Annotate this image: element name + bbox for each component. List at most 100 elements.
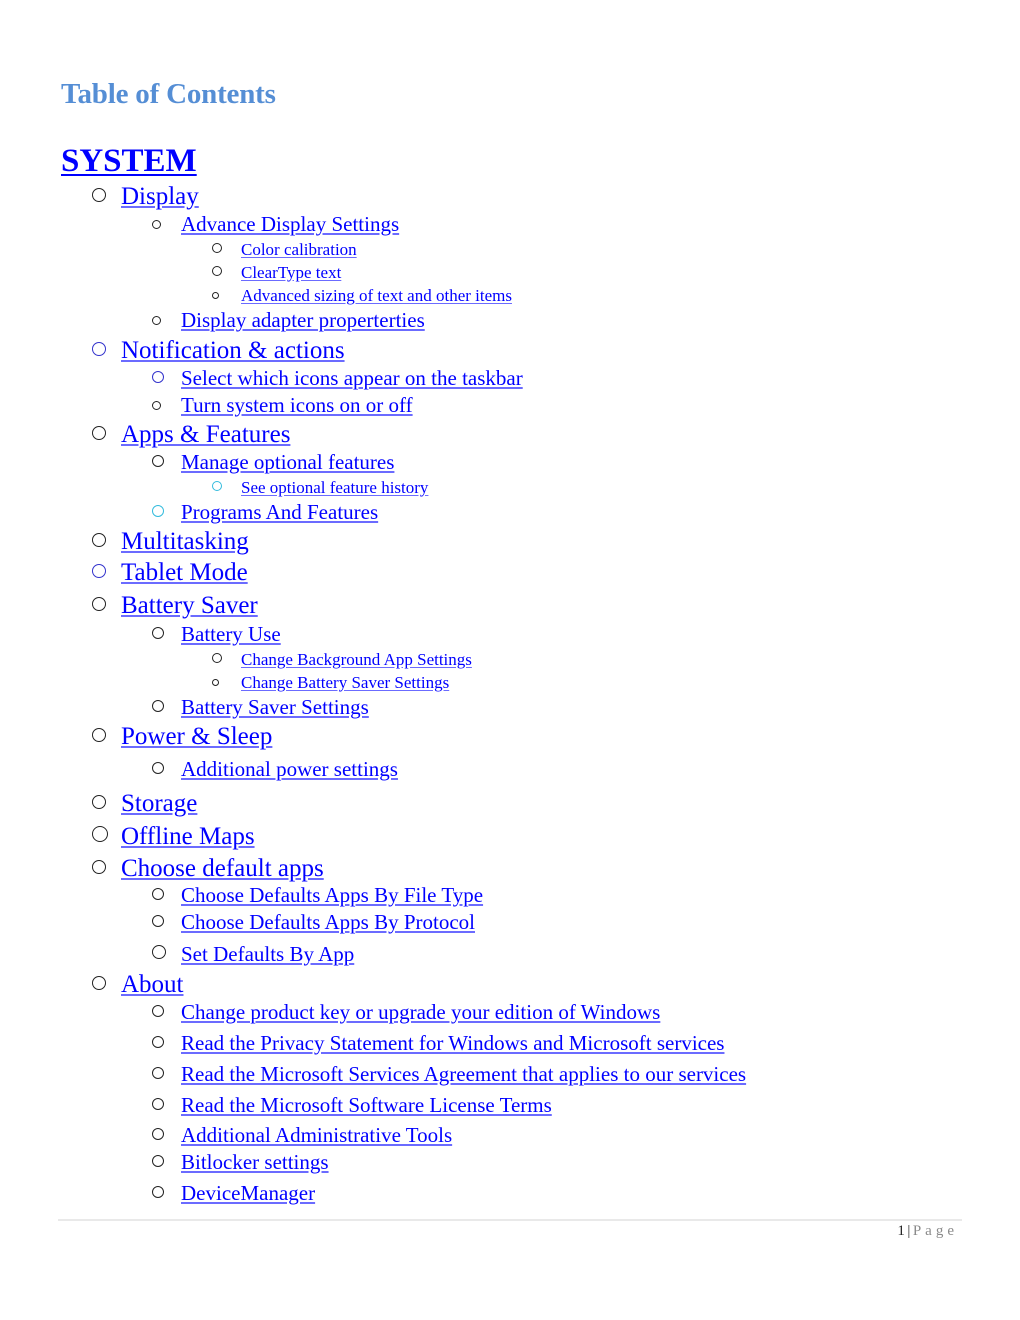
toc-link[interactable]: Read the Microsoft Services Agreement th… (181, 1062, 746, 1087)
bullet-icon (92, 533, 106, 547)
toc-link[interactable]: Select which icons appear on the taskbar (181, 366, 523, 391)
toc-link[interactable]: About (121, 971, 184, 999)
toc-link[interactable]: Change Battery Saver Settings (241, 673, 449, 693)
bullet-icon (212, 266, 222, 276)
section-link-system[interactable]: SYSTEM (61, 143, 197, 180)
toc-item: Advance Display Settings (152, 212, 399, 237)
toc-item: Read the Microsoft Software License Term… (152, 1093, 552, 1118)
toc-item: Choose default apps (92, 855, 324, 883)
toc-item: ClearType text (212, 263, 341, 283)
toc-link[interactable]: Display (121, 183, 199, 211)
toc-item: About (92, 971, 184, 999)
bullet-icon (152, 1005, 164, 1017)
toc-link[interactable]: Multitasking (121, 528, 249, 556)
toc-item: Set Defaults By App (152, 942, 354, 967)
bullet-icon (152, 401, 161, 410)
toc-item: See optional feature history (212, 478, 428, 498)
footer-separator: | (907, 1223, 911, 1239)
toc-link[interactable]: See optional feature history (241, 478, 428, 498)
toc-link[interactable]: Choose default apps (121, 855, 324, 883)
toc-item: Advanced sizing of text and other items (212, 286, 512, 306)
toc-link[interactable]: Notification & actions (121, 337, 345, 365)
toc-item: Multitasking (92, 528, 249, 556)
toc-link[interactable]: Additional Administrative Tools (181, 1123, 452, 1148)
toc-item: Change product key or upgrade your editi… (152, 1000, 660, 1025)
toc-link[interactable]: Storage (121, 790, 197, 818)
toc-item: Programs And Features (152, 500, 378, 525)
toc-link[interactable]: Set Defaults By App (181, 942, 354, 967)
toc-item: Additional Administrative Tools (152, 1123, 452, 1148)
bullet-icon (212, 481, 222, 491)
toc-item: Battery Saver Settings (152, 695, 369, 720)
toc-link[interactable]: Programs And Features (181, 500, 378, 525)
bullet-icon (152, 762, 164, 774)
toc-link[interactable]: DeviceManager (181, 1181, 315, 1206)
toc-item: Choose Defaults Apps By File Type (152, 883, 483, 908)
bullet-icon (152, 1036, 164, 1048)
bullet-icon (92, 976, 106, 990)
toc-link[interactable]: Color calibration (241, 240, 357, 260)
bullet-icon (212, 243, 222, 253)
footer-divider (58, 1219, 962, 1221)
toc-link[interactable]: Advance Display Settings (181, 212, 399, 237)
toc-link[interactable]: Advanced sizing of text and other items (241, 286, 512, 306)
bullet-icon (152, 1098, 164, 1110)
bullet-icon (92, 564, 106, 578)
toc-link[interactable]: Choose Defaults Apps By Protocol (181, 910, 475, 935)
toc-item: Display (92, 183, 199, 211)
bullet-icon (92, 597, 106, 611)
bullet-icon (92, 826, 108, 842)
toc-link[interactable]: Tablet Mode (121, 559, 248, 587)
toc-link[interactable]: Change Background App Settings (241, 650, 472, 670)
toc-item: Change Battery Saver Settings (212, 673, 449, 693)
toc-link[interactable]: Read the Privacy Statement for Windows a… (181, 1031, 724, 1056)
toc-link[interactable]: Read the Microsoft Software License Term… (181, 1093, 552, 1118)
toc-link[interactable]: Choose Defaults Apps By File Type (181, 883, 483, 908)
bullet-icon (152, 455, 164, 467)
bullet-icon (152, 1067, 164, 1079)
toc-link[interactable]: Apps & Features (121, 421, 290, 449)
bullet-icon (152, 700, 164, 712)
bullet-icon (92, 426, 106, 440)
toc-item: Choose Defaults Apps By Protocol (152, 910, 475, 935)
bullet-icon (152, 1186, 164, 1198)
toc-item: Additional power settings (152, 757, 398, 782)
toc-link[interactable]: Manage optional features (181, 450, 394, 475)
bullet-icon (92, 795, 106, 809)
toc-link[interactable]: Additional power settings (181, 757, 398, 782)
toc-item: Notification & actions (92, 337, 345, 365)
toc-item: Select which icons appear on the taskbar (152, 366, 523, 391)
page-number: 1 (897, 1223, 906, 1239)
toc-item: Apps & Features (92, 421, 290, 449)
bullet-icon (212, 653, 222, 663)
toc-link[interactable]: Battery Use (181, 622, 281, 647)
toc-item: Bitlocker settings (152, 1150, 329, 1175)
toc-link[interactable]: Turn system icons on or off (181, 393, 413, 418)
toc-item: DeviceManager (152, 1181, 315, 1206)
page-label: Page (912, 1223, 958, 1239)
bullet-icon (152, 1128, 164, 1140)
bullet-icon (152, 1155, 164, 1167)
toc-link[interactable]: Offline Maps (121, 823, 255, 851)
bullet-icon (92, 188, 106, 202)
toc-item: Offline Maps (92, 823, 255, 851)
toc-item: Turn system icons on or off (152, 393, 413, 418)
toc-link[interactable]: Battery Saver (121, 592, 258, 620)
toc-item: Tablet Mode (92, 559, 248, 587)
toc-item: Storage (92, 790, 197, 818)
bullet-icon (152, 888, 164, 900)
bullet-icon (92, 860, 106, 874)
bullet-icon (152, 505, 164, 517)
toc-item: Manage optional features (152, 450, 394, 475)
toc-link[interactable]: ClearType text (241, 263, 341, 283)
bullet-icon (92, 728, 106, 742)
bullet-icon (152, 915, 164, 927)
toc-link[interactable]: Battery Saver Settings (181, 695, 369, 720)
toc-link[interactable]: Power & Sleep (121, 723, 272, 751)
toc-link[interactable]: Change product key or upgrade your editi… (181, 1000, 660, 1025)
toc-link[interactable]: Bitlocker settings (181, 1150, 329, 1175)
toc-link[interactable]: Display adapter properterties (181, 308, 425, 333)
toc-item: Battery Use (152, 622, 281, 647)
bullet-icon (152, 371, 164, 383)
bullet-icon (212, 679, 219, 686)
